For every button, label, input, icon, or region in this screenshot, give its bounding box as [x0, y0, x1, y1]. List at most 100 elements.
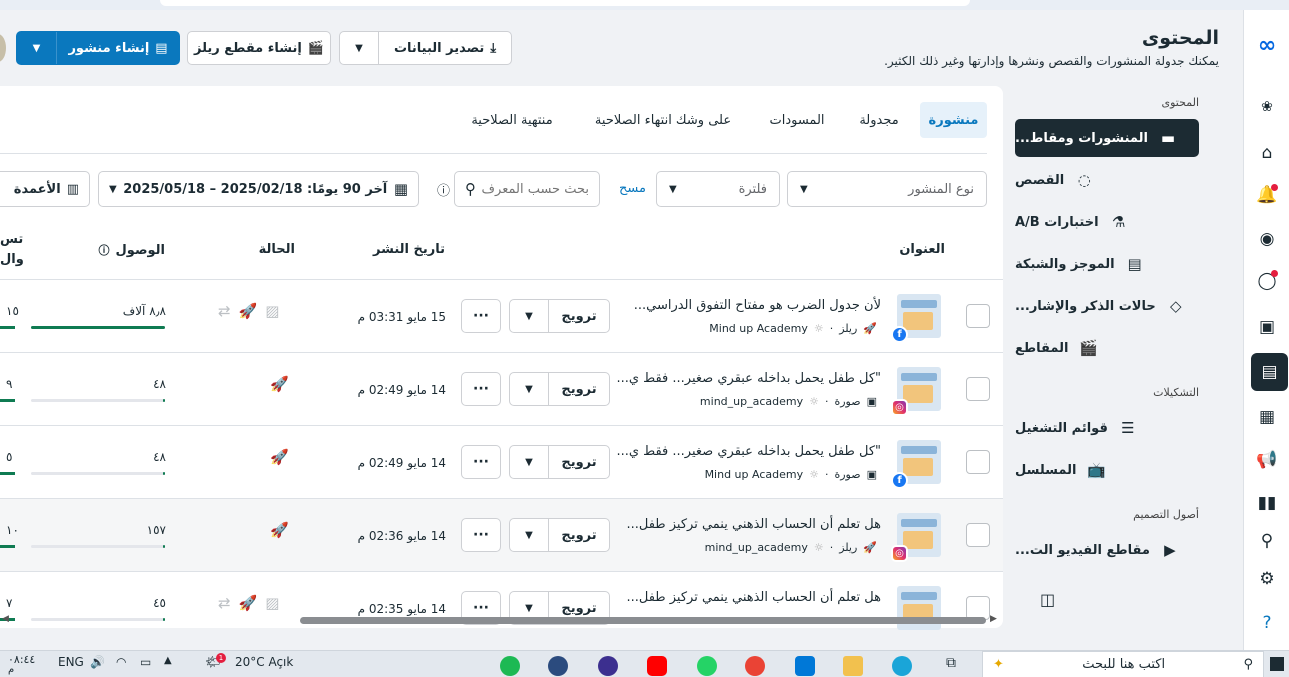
task-view-icon[interactable]: ⧉ [946, 655, 956, 671]
windows-start-icon[interactable] [1270, 657, 1284, 671]
promote-button[interactable]: ▼ ترويج [509, 445, 610, 479]
compass-icon[interactable]: ◉ [1254, 226, 1280, 252]
recycle-icon[interactable]: ⇄ [218, 594, 231, 612]
settings-gear-icon[interactable]: ⚙ [1254, 566, 1280, 592]
hidden-icon[interactable]: ▨ [265, 594, 279, 612]
date-range-picker[interactable]: ▼ آخر 90 يومًا: 2025/02/18 – 2025/05/18 … [98, 171, 419, 207]
post-title[interactable]: هل تعلم أن الحساب الذهني ينمي تركيز طفل.… [626, 590, 881, 605]
nav-item-series[interactable]: 📺 المسلسل [1015, 451, 1199, 489]
tab-expired[interactable]: منتهية الصلاحية [459, 102, 565, 138]
spotify-icon[interactable] [500, 656, 520, 676]
page-avatar-icon[interactable]: ❀ [1254, 94, 1280, 120]
meta-logo-icon[interactable]: ∞ [1254, 32, 1280, 58]
nav-item-clips[interactable]: 🎬 المقاطع [1015, 329, 1199, 367]
more-options-button[interactable]: ··· [461, 518, 501, 552]
address-bar[interactable] [160, 0, 970, 6]
insights-icon[interactable]: ▮▮ [1254, 490, 1280, 516]
scrollbar-thumb[interactable] [300, 617, 986, 624]
post-account[interactable]: Mind up Academy [705, 468, 804, 481]
nav-item-mentions-tags[interactable]: ◇ حالات الذكر والإشار... [1015, 287, 1199, 325]
promote-button[interactable]: ▼ ترويج [509, 372, 610, 406]
notifications-icon[interactable]: 🔔 [1254, 182, 1280, 208]
boost-rocket-icon[interactable]: 🚀 [270, 375, 289, 393]
post-type-select[interactable]: ▼ نوع المنشور [787, 171, 987, 207]
post-account[interactable]: mind_up_academy [700, 395, 803, 408]
app-icon[interactable] [548, 656, 568, 676]
filter-select[interactable]: ▼ فلترة [656, 171, 780, 207]
taskbar-search[interactable]: ✦ اكتب هنا للبحث ⚲ [982, 651, 1264, 677]
weather-label[interactable]: 20°C Açık [235, 655, 293, 669]
more-options-button[interactable]: ··· [461, 445, 501, 479]
boost-rocket-icon[interactable]: 🚀 [239, 594, 258, 612]
help-icon[interactable]: ? [1254, 610, 1280, 636]
chevron-down-icon[interactable]: ▼ [510, 519, 549, 551]
chrome-icon[interactable] [745, 656, 765, 676]
language-indicator[interactable]: ENG [58, 655, 84, 669]
create-post-button[interactable]: ▼ ▤ إنشاء منشور [16, 31, 180, 65]
home-icon[interactable]: ⌂ [1254, 140, 1280, 166]
boost-rocket-icon[interactable]: 🚀 [270, 521, 289, 539]
scroll-right-arrow-icon[interactable]: ▶ [990, 614, 997, 624]
column-header-publish-date[interactable]: تاريخ النشر [373, 242, 445, 257]
scroll-left-arrow-icon[interactable]: ◀ [2, 614, 9, 624]
recycle-icon[interactable]: ⇄ [218, 302, 231, 320]
info-icon[interactable]: ⓘ [99, 242, 110, 258]
battery-icon[interactable]: ▭ [140, 655, 151, 669]
promote-button[interactable]: ▼ ترويج [509, 299, 610, 333]
post-account[interactable]: Mind up Academy [709, 322, 808, 335]
chevron-down-icon[interactable]: ▼ [17, 32, 57, 64]
column-header-title[interactable]: العنوان [899, 242, 945, 257]
contacts-icon[interactable]: ▣ [1254, 314, 1280, 340]
search-field[interactable]: ⚲ [454, 171, 600, 207]
nav-item-videos[interactable]: ▶ مقاطع الفيديو الت... [1015, 531, 1199, 569]
more-options-button[interactable]: ··· [461, 372, 501, 406]
edge-icon[interactable] [892, 656, 912, 676]
hidden-icon[interactable]: ▨ [265, 302, 279, 320]
wifi-icon[interactable]: ◠ [116, 655, 126, 669]
whatsapp-icon[interactable] [697, 656, 717, 676]
boost-rocket-icon[interactable]: 🚀 [239, 302, 258, 320]
post-title[interactable]: "كل طفل يحمل بداخله عبقري صغير... فقط ي.… [616, 444, 881, 459]
profile-avatar[interactable] [0, 34, 6, 62]
tab-published[interactable]: منشورة [920, 102, 987, 138]
tab-drafts[interactable]: المسودات [760, 102, 834, 138]
app-icon-2[interactable] [598, 656, 618, 676]
column-header-status[interactable]: الحالة [259, 242, 295, 257]
search-icon[interactable]: ⚲ [1254, 528, 1280, 554]
promote-button[interactable]: ▼ ترويج [509, 518, 610, 552]
calendar-icon[interactable]: ▦ [1254, 404, 1280, 430]
row-checkbox[interactable] [966, 304, 990, 328]
chevron-down-icon[interactable]: ▼ [340, 32, 379, 64]
search-input[interactable] [479, 181, 589, 197]
nav-item-playlists[interactable]: ☰ قوائم التشغيل [1015, 409, 1199, 447]
columns-button[interactable]: ▥ الأعمدة [0, 171, 90, 207]
boost-rocket-icon[interactable]: 🚀 [270, 448, 289, 466]
messages-icon[interactable]: ◯ [1254, 268, 1280, 294]
file-explorer-icon[interactable] [843, 656, 863, 676]
row-checkbox[interactable] [966, 377, 990, 401]
info-icon[interactable]: ⓘ [437, 180, 450, 199]
nav-item-posts-reels[interactable]: ▬ المنشورات ومقاط... [1015, 119, 1199, 157]
collapse-sidebar-icon[interactable]: ◫ [1040, 590, 1055, 609]
vscode-icon[interactable] [795, 656, 815, 676]
tab-expiring[interactable]: على وشك انتهاء الصلاحية [582, 102, 744, 138]
row-checkbox[interactable] [966, 450, 990, 474]
row-checkbox[interactable] [966, 523, 990, 547]
horizontal-scrollbar[interactable]: ▶ ◀ [0, 614, 1000, 626]
nav-item-ab-tests[interactable]: ⚗ اختبارات A/B [1015, 203, 1199, 241]
chevron-down-icon[interactable]: ▼ [510, 300, 549, 332]
more-options-button[interactable]: ··· [461, 299, 501, 333]
create-reel-button[interactable]: 🎬 إنشاء مقطع ريلز [187, 31, 331, 65]
chevron-up-icon[interactable]: ▲ [164, 655, 172, 666]
post-title[interactable]: هل تعلم أن الحساب الذهني ينمي تركيز طفل.… [626, 517, 881, 532]
nav-item-stories[interactable]: ◌ القصص [1015, 161, 1199, 199]
nav-item-feed-grid[interactable]: ▤ الموجز والشبكة [1015, 245, 1199, 283]
post-title[interactable]: "كل طفل يحمل بداخله عبقري صغير... فقط ي.… [616, 371, 881, 386]
clear-filters-link[interactable]: مسح [619, 181, 646, 196]
ads-megaphone-icon[interactable]: 📢 [1254, 447, 1280, 473]
chevron-down-icon[interactable]: ▼ [510, 446, 549, 478]
column-header-reach[interactable]: الوصول ⓘ [99, 242, 165, 258]
export-data-button[interactable]: ▼ ⤓ تصدير البيانات [339, 31, 512, 65]
volume-icon[interactable]: 🔊 [90, 655, 105, 669]
chevron-down-icon[interactable]: ▼ [510, 373, 549, 405]
